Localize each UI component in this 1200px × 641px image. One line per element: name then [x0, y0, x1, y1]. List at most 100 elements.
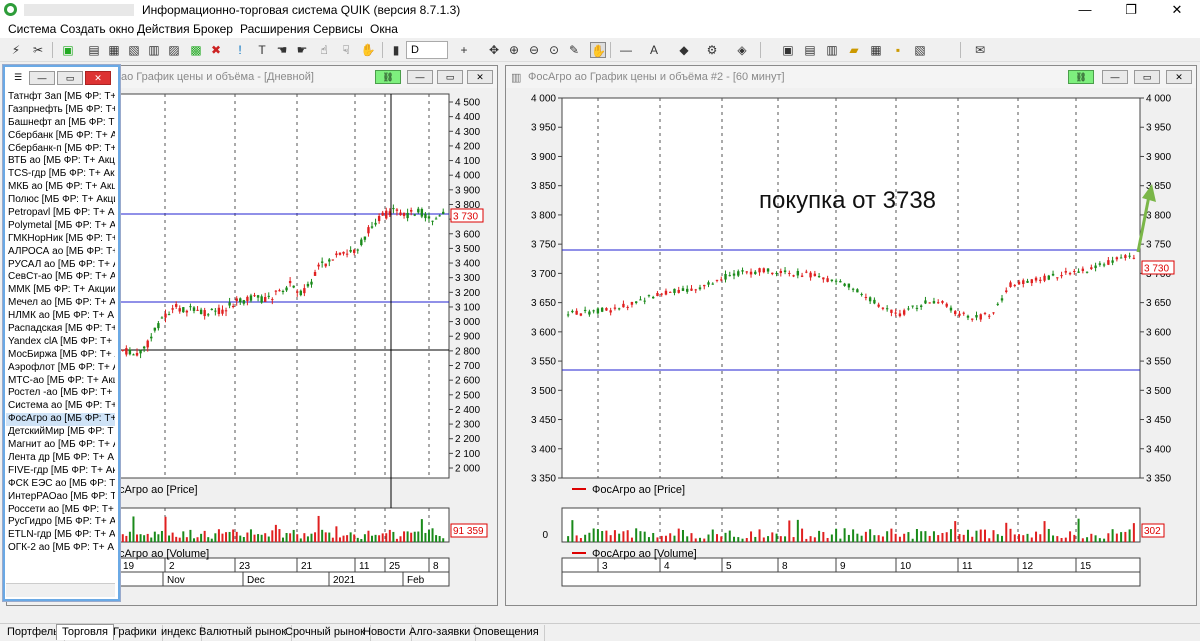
font-icon[interactable]: A — [646, 42, 662, 58]
left-close-button[interactable]: ✕ — [467, 70, 493, 84]
list-item[interactable]: FIVE-гдр [МБ ФР: Т+ Ак — [6, 465, 115, 478]
close-button[interactable]: ✕ — [1154, 0, 1200, 20]
list-item[interactable]: РусГидро [МБ ФР: Т+ А — [6, 516, 115, 529]
menu-actions[interactable]: Действия — [137, 22, 190, 36]
disconnect-icon[interactable]: ✂ — [30, 42, 46, 58]
list-item[interactable]: Сбербанк-п [МБ ФР: Т+ — [6, 143, 115, 156]
tab-2[interactable]: Графики — [108, 625, 163, 641]
print-icon[interactable]: ▤ — [802, 42, 818, 58]
tab-7[interactable]: Алго-заявки — [404, 625, 477, 641]
tab-8[interactable]: Оповещения — [468, 625, 545, 641]
orders-icon[interactable]: ▥ — [146, 42, 162, 58]
link-icon[interactable]: ⛓ — [1068, 70, 1094, 84]
list-item[interactable]: Сбербанк [МБ ФР: Т+ А — [6, 130, 115, 143]
menu-windows[interactable]: Окна — [370, 22, 398, 36]
left-maximize-button[interactable]: ▭ — [437, 70, 463, 84]
portfolio-icon[interactable]: ▧ — [912, 42, 928, 58]
save-icon[interactable]: ▣ — [780, 42, 796, 58]
list-item[interactable]: Polymetal [МБ ФР: Т+ Ак — [6, 220, 115, 233]
right-chart-canvas[interactable]: 3 4 5 8 9 10 11 12 15 4 000 4 000 3 950 3 950 3 900 3 … — [506, 88, 1198, 608]
fill-icon[interactable]: ◆ — [676, 42, 692, 58]
text-tool-icon[interactable]: T — [254, 42, 270, 58]
minimize-button[interactable]: — — [1062, 0, 1108, 20]
alert-icon[interactable]: ! — [232, 42, 248, 58]
indicator-icon[interactable]: ⚙ — [704, 42, 720, 58]
layers-icon[interactable]: ◈ — [734, 42, 750, 58]
excel-icon[interactable]: ▩ — [188, 42, 204, 58]
instrument-list[interactable]: Татнфт Зап [МБ ФР: Т+ Газпрнефть [МБ ФР: … — [6, 91, 115, 581]
list-item[interactable]: ДетскийМир [МБ ФР: Т — [6, 426, 115, 439]
delete-icon[interactable]: ✖ — [208, 42, 224, 58]
chart-bars-icon[interactable]: ▮ — [388, 42, 404, 58]
tab-4[interactable]: Валютный рынок — [194, 625, 293, 641]
list-minimize-button[interactable]: — — [29, 71, 55, 85]
list-item[interactable]: МТС-ао [МБ ФР: Т+ Акц — [6, 375, 115, 388]
copy-icon[interactable]: ▥ — [824, 42, 840, 58]
list-item[interactable]: ММК [МБ ФР: Т+ Акции — [6, 284, 115, 297]
list-item[interactable]: ГМКНорНик [МБ ФР: Т+ — [6, 233, 115, 246]
list-item[interactable]: Ростел -ао [МБ ФР: Т+ — [6, 387, 115, 400]
hand-3-icon[interactable]: ☝ — [316, 42, 332, 58]
hand-2-icon[interactable]: ☛ — [294, 42, 310, 58]
list-maximize-button[interactable]: ▭ — [57, 71, 83, 85]
zoom-out-icon[interactable]: ⊖ — [526, 42, 542, 58]
settings-icon[interactable]: ▦ — [868, 42, 884, 58]
list-item[interactable]: ИнтерРАОао [МБ ФР: Т — [6, 491, 115, 504]
list-item[interactable]: Yandex clA [МБ ФР: Т+ — [6, 336, 115, 349]
list-item[interactable]: Лента др [МБ ФР: Т+ А — [6, 452, 115, 465]
list-item[interactable]: СевСт-ао [МБ ФР: Т+ А — [6, 271, 115, 284]
list-item[interactable]: Petropavl [МБ ФР: Т+ Ак — [6, 207, 115, 220]
list-item[interactable]: TCS-гдр [МБ ФР: Т+ Акц — [6, 168, 115, 181]
table-icon[interactable]: ▤ — [86, 42, 102, 58]
hand-tool-icon[interactable]: ✋ — [590, 42, 606, 58]
hand-4-icon[interactable]: ☟ — [338, 42, 354, 58]
menu-services[interactable]: Сервисы — [313, 22, 363, 36]
tab-1[interactable]: Торговля — [56, 624, 114, 640]
list-item[interactable]: РУСАЛ ао [МБ ФР: Т+ А — [6, 259, 115, 272]
link-icon[interactable]: ⛓ — [375, 70, 401, 84]
menu-broker[interactable]: Брокер — [193, 22, 233, 36]
list-item[interactable]: ФосАгро ао [МБ ФР: Т+ — [6, 413, 115, 427]
list-item[interactable]: Аэрофлот [МБ ФР: Т+ А — [6, 362, 115, 375]
list-item[interactable]: Магнит ао [МБ ФР: Т+ А — [6, 439, 115, 452]
list-item[interactable]: ФСК ЕЭС ао [МБ ФР: Т — [6, 478, 115, 491]
list-item[interactable]: Распадская [МБ ФР: Т+ — [6, 323, 115, 336]
draw-icon[interactable]: ✎ — [566, 42, 582, 58]
connect-icon[interactable]: ⚡ — [8, 42, 24, 58]
list-item[interactable]: Татнфт Зап [МБ ФР: Т+ — [6, 91, 115, 104]
line-style-icon[interactable]: — — [618, 42, 634, 58]
list-item[interactable]: Мечел ао [МБ ФР: Т+ А — [6, 297, 115, 310]
chart-window-icon[interactable]: ▨ — [166, 42, 182, 58]
folder-icon[interactable]: ▰ — [846, 42, 862, 58]
interval-select[interactable]: D — [406, 41, 448, 59]
right-minimize-button[interactable]: — — [1102, 70, 1128, 84]
menu-extensions[interactable]: Расширения — [240, 22, 310, 36]
horizontal-scrollbar[interactable] — [6, 583, 115, 597]
menu-create-window[interactable]: Создать окно — [60, 22, 134, 36]
list-item[interactable]: Газпрнефть [МБ ФР: Т+ — [6, 104, 115, 117]
list-close-button[interactable]: ✕ — [85, 71, 111, 85]
crosshair-icon[interactable]: + — [456, 42, 472, 58]
quotes-icon[interactable]: ▦ — [106, 42, 122, 58]
list-item[interactable]: МосБиржа [МБ ФР: Т+ А — [6, 349, 115, 362]
lock-icon[interactable]: ▪ — [890, 42, 906, 58]
list-item[interactable]: Россети ао [МБ ФР: Т+ — [6, 504, 115, 517]
zoom-reset-icon[interactable]: ⊙ — [546, 42, 562, 58]
menu-system[interactable]: Система — [8, 22, 56, 36]
left-minimize-button[interactable]: — — [407, 70, 433, 84]
list-item[interactable]: НЛМК ао [МБ ФР: Т+ А — [6, 310, 115, 323]
list-item[interactable]: ВТБ ао [МБ ФР: Т+ Акц — [6, 155, 115, 168]
list-item[interactable]: МКБ ао [МБ ФР: Т+ Акц — [6, 181, 115, 194]
list-item[interactable]: АЛРОСА ао [МБ ФР: Т+ — [6, 246, 115, 259]
maximize-button[interactable]: ❐ — [1108, 0, 1154, 20]
list-item[interactable]: ОГК-2 ао [МБ ФР: Т+ А — [6, 542, 115, 555]
move-icon[interactable]: ✥ — [486, 42, 502, 58]
right-close-button[interactable]: ✕ — [1166, 70, 1192, 84]
list-item[interactable]: Полюс [МБ ФР: Т+ Акци — [6, 194, 115, 207]
hand-5-icon[interactable]: ✋ — [360, 42, 376, 58]
list-item[interactable]: ETLN-гдр [МБ ФР: Т+ А — [6, 529, 115, 542]
message-icon[interactable]: ✉ — [972, 42, 988, 58]
new-order-icon[interactable]: ▣ — [60, 42, 76, 58]
menu-icon[interactable]: ☰ — [9, 71, 27, 85]
right-maximize-button[interactable]: ▭ — [1134, 70, 1160, 84]
